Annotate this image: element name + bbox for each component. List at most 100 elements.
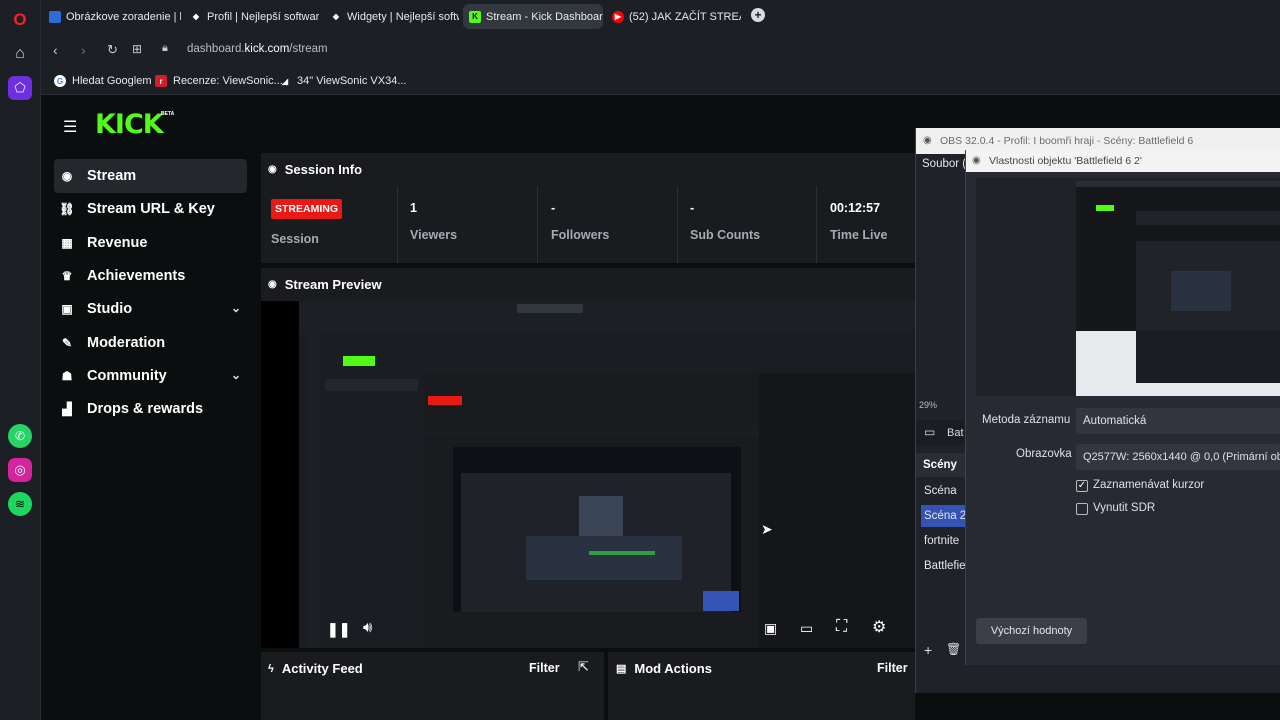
panel-title: Mod Actions	[634, 661, 712, 676]
spotify-icon[interactable]: ≋	[8, 492, 32, 516]
sdr-label: Vynutit SDR	[1093, 502, 1156, 514]
tab[interactable]: ◆ Profil | Nejlepší software p	[184, 4, 319, 29]
pause-icon[interactable]: ❚❚	[327, 621, 350, 638]
obs-menu-file[interactable]: Soubor (	[922, 158, 966, 170]
whatsapp-icon[interactable]: ✆	[8, 424, 32, 448]
remove-scene-trash-icon[interactable]: 🗑︎	[946, 642, 961, 656]
scene-item[interactable]: Scéna	[921, 480, 965, 502]
sidebar-item-label: Studio	[87, 301, 133, 317]
instagram-icon[interactable]: ◎	[8, 458, 32, 482]
beta-badge: BETA	[161, 111, 175, 117]
sidebar-item-moderation[interactable]: ✎ Moderation	[54, 326, 247, 360]
youtube-icon: ▶	[612, 10, 624, 23]
hamburger-menu-icon[interactable]: ☰	[63, 117, 77, 137]
scene-item-selected[interactable]: Scéna 2	[921, 505, 965, 527]
link-icon: ⛓	[59, 202, 75, 216]
fullscreen-icon[interactable]: ⛶	[836, 618, 847, 636]
defaults-button[interactable]: Výchozí hodnoty	[976, 618, 1087, 644]
tabs-grid-icon[interactable]: ⊞	[132, 42, 142, 56]
sidebar-item-revenue[interactable]: ▦ Revenue	[54, 226, 247, 260]
drops-icon: ▟	[62, 402, 72, 416]
popout-icon[interactable]: ⇱	[578, 659, 589, 675]
tab[interactable]: Obrázkove zoradenie | bo	[43, 4, 181, 29]
tab-active[interactable]: K Stream - Kick Dashboard	[463, 4, 603, 29]
tab-title: Widgety | Nejlepší softwa	[347, 10, 459, 23]
sidebar-item-label: Stream URL & Key	[87, 201, 215, 217]
forward-arrow-icon[interactable]: ›	[81, 42, 86, 58]
url-path: /stream	[289, 43, 328, 55]
activity-feed-header: ϟ Activity Feed	[268, 661, 363, 676]
panel-title: Stream Preview	[284, 277, 382, 292]
scene-item[interactable]: fortnite	[921, 530, 965, 552]
session-label: Session	[271, 232, 319, 246]
stream-preview-panel: ◉ Stream Preview ❚❚ 🔊︎ ▣ ▭ ⛶ ⚙ ➤	[261, 268, 915, 648]
home-icon[interactable]: ⌂	[8, 42, 32, 66]
studio-icon: ▣	[61, 302, 73, 316]
sidebar-item-studio[interactable]: ▣ Studio ⌄	[54, 292, 247, 326]
time-live-value: 00:12:57	[830, 201, 881, 215]
theater-mode-icon[interactable]: ▭	[800, 620, 813, 637]
url-domain: kick.com	[244, 43, 290, 55]
bookmarks-bar: G Hledat Googlem r Recenze: ViewSonic...…	[41, 68, 1280, 95]
sidebar-item-label: Community	[87, 368, 167, 384]
tab-title: Obrázkove zoradenie | bo	[66, 10, 181, 23]
new-tab-plus-icon[interactable]: +	[751, 8, 765, 22]
kick-logo[interactable]: KICK	[95, 109, 164, 140]
broadcast-icon: ◉	[61, 169, 73, 183]
tab-title: Stream - Kick Dashboard	[486, 10, 603, 23]
bookmark-item[interactable]: G Hledat Googlem	[54, 75, 152, 87]
pinboard-icon[interactable]: ⬠	[8, 76, 32, 100]
diamond-icon: ◆	[332, 12, 340, 21]
properties-dialog: ◉ Vlastnosti objektu 'Battlefield 6 2' M…	[965, 150, 1280, 665]
back-arrow-icon[interactable]: ‹	[53, 42, 58, 58]
lightning-icon: ϟ	[268, 662, 274, 675]
tab-title: Profil | Nejlepší software p	[207, 10, 319, 23]
status-badge: STREAMING	[271, 199, 342, 219]
time-live-label: Time Live	[830, 228, 888, 242]
bookmark-item[interactable]: r Recenze: ViewSonic...	[155, 75, 283, 87]
list-icon: ▤	[616, 663, 627, 675]
kick-icon: K	[469, 10, 481, 23]
capture-preview	[1076, 181, 1280, 396]
filter-button[interactable]: Filter	[877, 661, 908, 675]
session-info-header: ◉ Session Info	[268, 162, 362, 177]
sidebar-item-community[interactable]: ☗ Community ⌄	[54, 359, 247, 393]
sidebar-item-stream[interactable]: ◉ Stream	[54, 159, 247, 193]
url-field[interactable]: dashboard.kick.com/stream	[187, 43, 328, 55]
settings-gear-icon[interactable]: ⚙	[872, 617, 886, 637]
monitor-icon: ▭	[924, 425, 936, 439]
bookmark-item[interactable]: ◢ 34" ViewSonic VX34...	[279, 75, 407, 87]
sidebar-item-achievements[interactable]: ♛ Achievements	[54, 259, 247, 293]
filter-button[interactable]: Filter	[529, 661, 560, 675]
sdr-checkbox[interactable]	[1076, 503, 1088, 515]
add-scene-plus-icon[interactable]: +	[924, 642, 932, 658]
scenes-title: Scény	[923, 459, 957, 471]
screen-label: Obrazovka	[1016, 448, 1072, 460]
sidebar-item-label: Drops & rewards	[87, 401, 204, 417]
video-player[interactable]: ❚❚ 🔊︎ ▣ ▭ ⛶ ⚙ ➤	[261, 301, 915, 648]
opera-logo-icon[interactable]: O	[8, 8, 32, 32]
volume-icon[interactable]: 🔊︎	[363, 619, 372, 636]
viewers-value: 1	[410, 201, 417, 215]
sidebar-item-label: Moderation	[87, 335, 166, 351]
scene-item[interactable]: Battlefield	[921, 555, 965, 577]
session-info-panel: ◉ Session Info STREAMING Session 1 Viewe…	[261, 153, 915, 263]
lock-icon: 🔒︎	[162, 42, 168, 54]
opera-sidebar: O ⌂ ⬠ ✆ ◎ ≋	[0, 0, 41, 720]
panel-title: Activity Feed	[281, 661, 363, 676]
sidebar-item-stream-url-key[interactable]: ⛓ Stream URL & Key	[54, 192, 247, 226]
obs-title: OBS 32.0.4 - Profil: I boomři hraji - Sc…	[940, 135, 1194, 147]
mouse-cursor-icon: ➤	[761, 521, 773, 537]
activity-feed-panel: ϟ Activity Feed Filter ⇱	[261, 652, 604, 720]
subs-label: Sub Counts	[690, 228, 761, 242]
picture-in-picture-icon[interactable]: ▣	[764, 620, 777, 637]
cursor-checkbox[interactable]: ✓	[1076, 480, 1088, 492]
tab[interactable]: ◆ Widgety | Nejlepší softwa	[324, 4, 459, 29]
reload-icon[interactable]: ↻	[107, 42, 118, 58]
tab[interactable]: ▶ (52) JAK ZAČÍT STREAMOV	[606, 4, 741, 29]
chevron-down-icon: ⌄	[230, 301, 241, 315]
bookmark-icon: ◢	[281, 76, 289, 86]
viewers-label: Viewers	[410, 228, 458, 242]
chevron-down-icon: ⌄	[230, 368, 241, 382]
sidebar-item-drops-rewards[interactable]: ▟ Drops & rewards	[54, 392, 247, 426]
